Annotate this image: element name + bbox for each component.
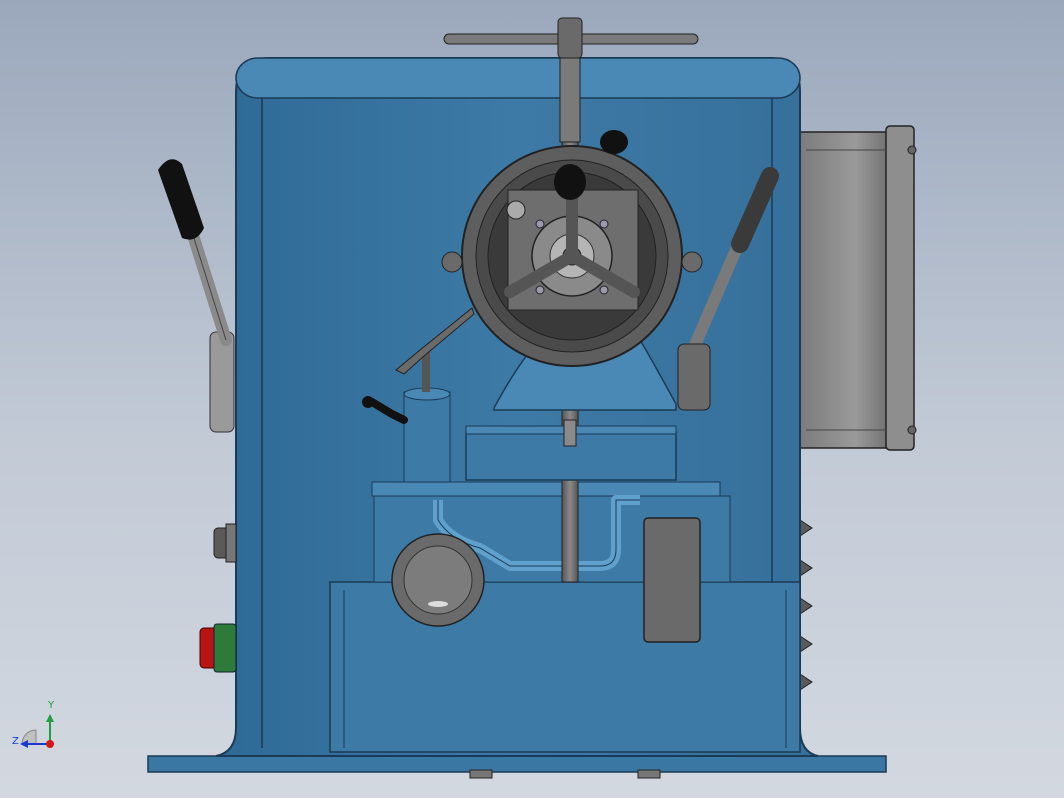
base-plate [147,755,887,773]
handwheel-knob [554,164,586,200]
lock-handle-block [643,517,701,643]
base-foot-left [469,769,493,779]
coordinate-triad: Y Z [8,700,68,760]
triad-axes [20,714,54,748]
motor-housing [797,125,917,451]
cad-viewport[interactable]: Y Z [0,0,1064,798]
cross-feed-handwheel [391,533,485,627]
machine-model-front-view[interactable] [0,0,1064,798]
stop-knob [600,130,628,154]
x-axis-point [46,740,54,748]
saddle [371,481,721,497]
left-gear-lever [158,159,232,346]
y-axis-label: Y [48,700,55,711]
speed-knob [213,523,237,563]
column-post [403,391,451,483]
left-side-panel [209,331,235,433]
top-cap [235,57,801,99]
emergency-stop-button [199,623,237,673]
base-foot-right [637,769,661,779]
lock-slot [563,419,577,447]
z-axis-label: Z [12,736,19,747]
cooling-fins [799,519,813,691]
